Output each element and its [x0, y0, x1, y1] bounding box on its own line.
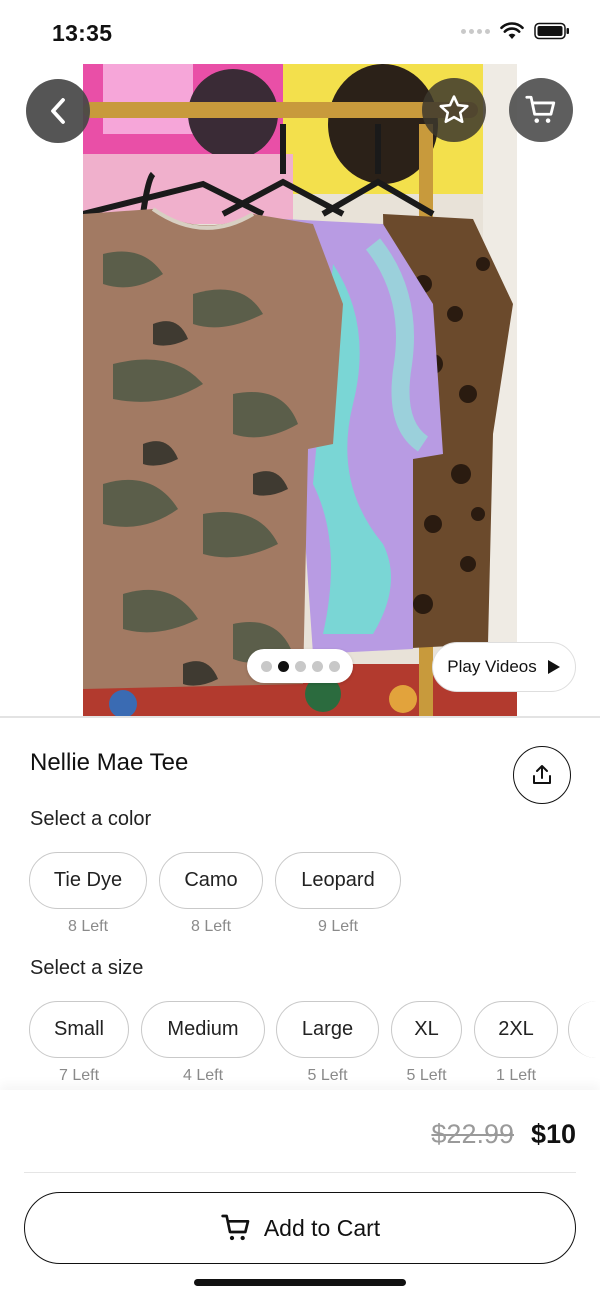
- image-page-indicator[interactable]: [247, 649, 353, 683]
- size-option-label: 2XL: [498, 1018, 534, 1040]
- status-bar: 13:35: [0, 0, 600, 64]
- back-button[interactable]: [26, 79, 90, 143]
- divider: [24, 1172, 576, 1173]
- size-stock-label: 4 Left: [182, 1067, 224, 1084]
- size-stock-label: 5 Left: [307, 1067, 348, 1084]
- product-photo: [83, 64, 517, 716]
- product-image-carousel[interactable]: Play Videos: [0, 64, 600, 716]
- play-videos-button[interactable]: Play Videos: [432, 642, 576, 692]
- add-to-cart-label: Add to Cart: [263, 1214, 381, 1241]
- color-option-label: Leopard: [301, 869, 375, 891]
- wifi-icon: [500, 22, 524, 39]
- page-dot[interactable]: [294, 660, 306, 672]
- size-stock-label: 5 Left: [406, 1067, 447, 1084]
- chevron-left-icon: [51, 98, 65, 124]
- cart-button[interactable]: [509, 78, 573, 142]
- size-option-medium[interactable]: Medium: [141, 1001, 265, 1058]
- cart-icon: [221, 1214, 250, 1241]
- page-dot[interactable]: [311, 660, 323, 672]
- status-time: 13:35: [52, 20, 113, 46]
- color-option-label: Tie Dye: [53, 869, 123, 891]
- battery-icon: [534, 22, 569, 40]
- home-indicator[interactable]: [194, 1279, 406, 1286]
- favorite-button[interactable]: [422, 78, 486, 142]
- size-option-small[interactable]: Small: [29, 1001, 129, 1058]
- color-option-leopard[interactable]: Leopard: [275, 852, 401, 909]
- page-dot-active[interactable]: [277, 660, 289, 672]
- play-videos-label: Play Videos: [447, 657, 537, 676]
- divider: [0, 716, 600, 718]
- size-option-label: XL: [414, 1018, 439, 1040]
- share-icon: [533, 765, 551, 784]
- add-to-cart-button[interactable]: Add to Cart: [24, 1192, 576, 1264]
- color-stock-label: 8 Left: [190, 918, 232, 935]
- sale-price: $10: [530, 1119, 576, 1149]
- color-option-camo[interactable]: Camo: [159, 852, 263, 909]
- share-button[interactable]: [513, 746, 571, 804]
- size-option-2xl[interactable]: 2XL: [474, 1001, 558, 1058]
- size-option-overflow[interactable]: [568, 1001, 600, 1058]
- size-stock-label: 7 Left: [58, 1067, 100, 1084]
- size-option-label: Large: [301, 1018, 354, 1040]
- size-option-label: Small: [53, 1018, 104, 1040]
- size-option-label: Medium: [167, 1018, 239, 1040]
- color-stock-label: 8 Left: [67, 918, 109, 935]
- color-stock-label: 9 Left: [317, 918, 359, 935]
- cart-icon: [525, 95, 556, 123]
- color-section-label: Select a color: [30, 808, 152, 830]
- size-section-label: Select a size: [30, 957, 144, 979]
- cellular-signal-icon: [461, 28, 490, 34]
- play-icon: [547, 660, 560, 674]
- page-dot[interactable]: [260, 660, 272, 672]
- color-option-label: Camo: [184, 869, 238, 891]
- product-title: Nellie Mae Tee: [30, 749, 189, 776]
- page-dot[interactable]: [328, 660, 340, 672]
- size-stock-label: 1 Left: [495, 1067, 537, 1084]
- status-icons: [461, 22, 570, 40]
- original-price: $22.99: [431, 1119, 514, 1149]
- star-icon: [439, 95, 469, 124]
- size-option-large[interactable]: Large: [276, 1001, 379, 1058]
- size-option-xl[interactable]: XL: [391, 1001, 462, 1058]
- color-option-tie-dye[interactable]: Tie Dye: [29, 852, 147, 909]
